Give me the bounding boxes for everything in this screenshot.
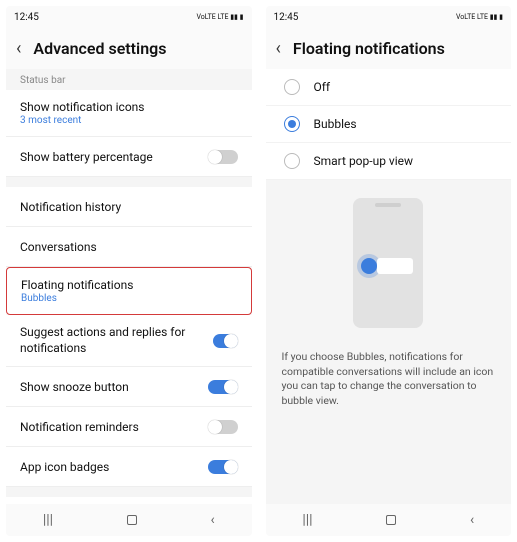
row-label: App icon badges xyxy=(20,460,109,474)
nav-back-icon[interactable]: ‹ xyxy=(470,512,474,528)
page-title: Floating notifications xyxy=(293,39,445,58)
status-time: 12:45 xyxy=(274,12,299,23)
options-list: Off Bubbles Smart pop-up view If you cho… xyxy=(266,69,512,504)
back-icon[interactable]: ‹ xyxy=(276,38,281,59)
nav-bar: ||| ‹ xyxy=(6,504,252,536)
nav-back-icon[interactable]: ‹ xyxy=(210,512,214,528)
status-indicators: VoLTE LTE ▮▮ ▮ xyxy=(456,14,503,21)
settings-list: Status bar Show notification icons 3 mos… xyxy=(6,69,252,504)
toggle-suggest[interactable] xyxy=(213,334,238,348)
row-wireless-alerts[interactable]: Wireless emergency alerts xyxy=(6,497,252,504)
row-floating-notifications[interactable]: Floating notifications Bubbles xyxy=(6,267,252,315)
section-label: Status bar xyxy=(6,69,252,90)
row-label: Show battery percentage xyxy=(20,150,153,164)
row-conversations[interactable]: Conversations xyxy=(6,227,252,267)
phone-left: 12:45 VoLTE LTE ▮▮ ▮ ‹ Advanced settings… xyxy=(6,6,252,536)
row-label: Notification history xyxy=(20,200,121,214)
help-text: If you choose Bubbles, notifications for… xyxy=(266,340,512,423)
illustration-phone xyxy=(353,198,423,328)
status-bar: 12:45 VoLTE LTE ▮▮ ▮ xyxy=(266,6,512,28)
row-show-battery-percentage[interactable]: Show battery percentage xyxy=(6,137,252,177)
option-label: Bubbles xyxy=(314,117,357,131)
option-smart-popup[interactable]: Smart pop-up view xyxy=(266,143,512,180)
row-label: Show snooze button xyxy=(20,380,129,394)
illustration-bar xyxy=(377,258,413,274)
status-time: 12:45 xyxy=(14,12,39,23)
phone-right: 12:45 VoLTE LTE ▮▮ ▮ ‹ Floating notifica… xyxy=(266,6,512,536)
row-label: Floating notifications xyxy=(21,278,133,292)
section-gap xyxy=(6,177,252,187)
row-label: Suggest actions and replies for notifica… xyxy=(20,325,213,356)
row-label: Show notification icons xyxy=(20,100,145,114)
status-bar: 12:45 VoLTE LTE ▮▮ ▮ xyxy=(6,6,252,28)
nav-recents-icon[interactable]: ||| xyxy=(43,512,53,528)
header: ‹ Floating notifications xyxy=(266,28,512,69)
nav-recents-icon[interactable]: ||| xyxy=(302,512,312,528)
section-gap xyxy=(6,487,252,497)
bubble-icon xyxy=(361,258,377,274)
toggle-snooze[interactable] xyxy=(208,380,238,394)
illustration xyxy=(266,180,512,340)
row-show-notification-icons[interactable]: Show notification icons 3 most recent xyxy=(6,90,252,137)
option-label: Smart pop-up view xyxy=(314,154,414,168)
row-notification-history[interactable]: Notification history xyxy=(6,187,252,227)
row-reminders[interactable]: Notification reminders xyxy=(6,407,252,447)
radio-icon[interactable] xyxy=(284,116,300,132)
toggle-battery[interactable] xyxy=(208,150,238,164)
option-off[interactable]: Off xyxy=(266,69,512,106)
nav-home-icon[interactable] xyxy=(386,515,396,525)
back-icon[interactable]: ‹ xyxy=(16,38,21,59)
toggle-reminders[interactable] xyxy=(208,420,238,434)
option-label: Off xyxy=(314,80,331,94)
row-suggest-actions[interactable]: Suggest actions and replies for notifica… xyxy=(6,315,252,367)
option-bubbles[interactable]: Bubbles xyxy=(266,106,512,143)
row-sublabel: Bubbles xyxy=(21,293,133,304)
row-badges[interactable]: App icon badges xyxy=(6,447,252,487)
nav-home-icon[interactable] xyxy=(127,515,137,525)
nav-bar: ||| ‹ xyxy=(266,504,512,536)
illustration-notch xyxy=(375,203,401,207)
spacer xyxy=(266,423,512,504)
row-label: Conversations xyxy=(20,240,97,254)
toggle-badges[interactable] xyxy=(208,460,238,474)
status-indicators: VoLTE LTE ▮▮ ▮ xyxy=(196,14,243,21)
row-snooze[interactable]: Show snooze button xyxy=(6,367,252,407)
page-title: Advanced settings xyxy=(33,39,166,58)
radio-icon[interactable] xyxy=(284,79,300,95)
radio-icon[interactable] xyxy=(284,153,300,169)
row-label: Notification reminders xyxy=(20,420,139,434)
header: ‹ Advanced settings xyxy=(6,28,252,69)
row-sublabel: 3 most recent xyxy=(20,115,145,126)
